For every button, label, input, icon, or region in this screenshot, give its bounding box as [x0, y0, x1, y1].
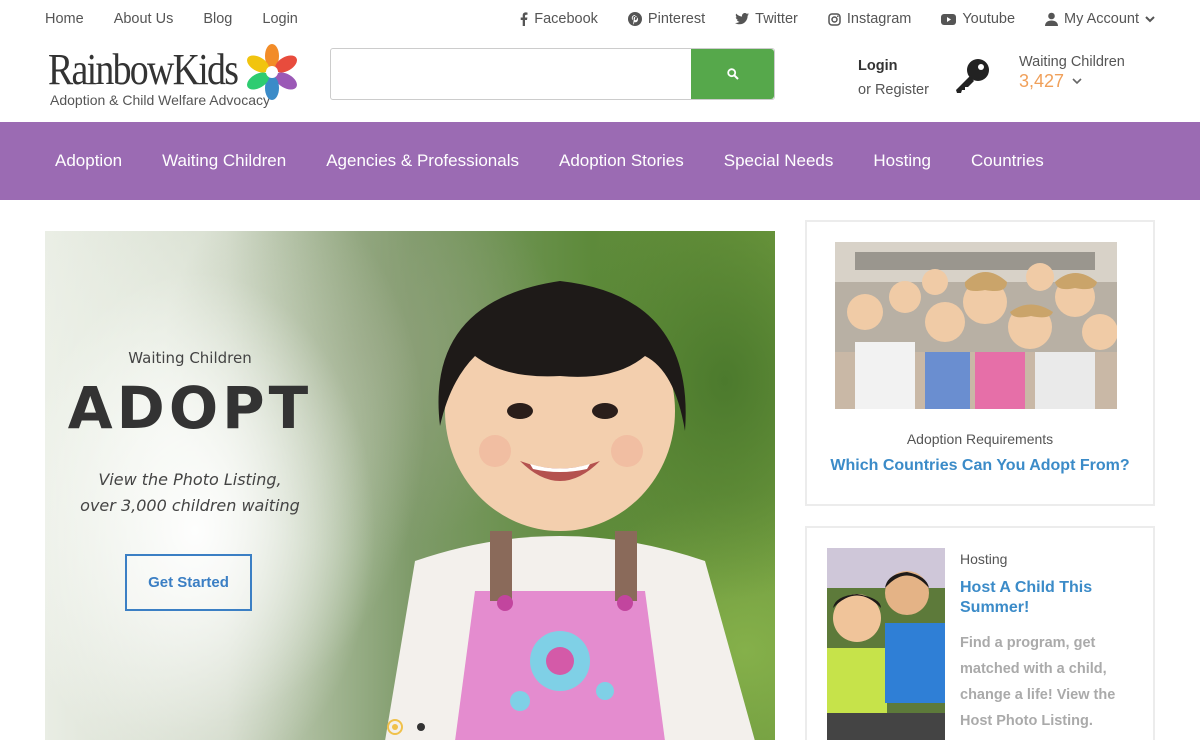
auth-or-text: or: [858, 82, 871, 98]
hero-slider: Waiting Children ADOPT View the Photo Li…: [45, 231, 775, 740]
slider-dot-1[interactable]: [387, 719, 403, 735]
nav-item-adoption[interactable]: Adoption: [55, 151, 122, 171]
twitter-icon: [735, 13, 750, 25]
search-bar: [330, 48, 775, 100]
nav-item-countries[interactable]: Countries: [971, 151, 1044, 171]
slider-dot-2[interactable]: [417, 723, 425, 731]
facebook-icon: [520, 12, 528, 26]
top-utility-bar: Home About Us Blog Login Facebook Pinter…: [0, 0, 1200, 40]
user-icon: [1045, 12, 1059, 26]
waiting-children-count: 3,427: [1019, 71, 1065, 91]
slider-dots: [387, 719, 425, 735]
social-twitter-label: Twitter: [755, 11, 798, 27]
login-link[interactable]: Login: [858, 54, 929, 78]
top-link-blog[interactable]: Blog: [203, 11, 232, 27]
key-icon: [956, 59, 989, 93]
logo[interactable]: RainbowKids Adoption & Child Welfare Adv…: [48, 44, 300, 112]
social-instagram[interactable]: Instagram: [828, 11, 911, 27]
register-link[interactable]: Register: [875, 82, 929, 98]
social-facebook-label: Facebook: [534, 11, 598, 27]
social-youtube[interactable]: Youtube: [941, 11, 1015, 27]
search-icon: [726, 68, 739, 80]
social-twitter[interactable]: Twitter: [735, 11, 798, 27]
card-category: Hosting: [960, 551, 1008, 567]
search-input[interactable]: [331, 49, 691, 99]
top-link-login[interactable]: Login: [262, 11, 297, 27]
hero-description-line-2: over 3,000 children waiting: [80, 496, 300, 515]
waiting-children-label: Waiting Children: [1019, 54, 1125, 70]
hosting-card: Hosting Host A Child This Summer! Find a…: [805, 526, 1155, 740]
countries-link[interactable]: Which Countries Can You Adopt From?: [807, 457, 1153, 475]
card-category: Adoption Requirements: [906, 431, 1054, 447]
hero-title: ADOPT: [67, 374, 313, 442]
search-button[interactable]: [691, 49, 774, 99]
chevron-down-icon: [1145, 15, 1155, 22]
nav-item-special-needs[interactable]: Special Needs: [724, 151, 834, 171]
card-description: Find a program, get matched with a child…: [960, 635, 1116, 729]
hero-content: Waiting Children ADOPT View the Photo Li…: [45, 349, 335, 519]
social-pinterest[interactable]: Pinterest: [627, 11, 706, 27]
top-links: Home About Us Blog Login: [45, 11, 298, 27]
hosted-children-photo[interactable]: [827, 548, 945, 740]
logo-tagline: Adoption & Child Welfare Advocacy: [50, 92, 270, 108]
rainbow-hands-icon: [247, 44, 297, 100]
nav-item-hosting[interactable]: Hosting: [873, 151, 931, 171]
hero-description-line-1: View the Photo Listing,: [98, 470, 282, 489]
host-child-link[interactable]: Host A Child This Summer!: [960, 578, 1140, 618]
my-account-label: My Account: [1064, 11, 1139, 27]
waiting-children-counter[interactable]: Waiting Children 3,427: [1019, 54, 1125, 92]
nav-item-waiting-children[interactable]: Waiting Children: [162, 151, 286, 171]
social-links: Facebook Pinterest Twitter Instagram You…: [520, 11, 1155, 27]
social-pinterest-label: Pinterest: [647, 11, 706, 27]
get-started-button[interactable]: Get Started: [125, 554, 252, 611]
hero-description: View the Photo Listing, over 3,000 child…: [45, 467, 335, 519]
instagram-icon: [828, 12, 841, 26]
top-link-about[interactable]: About Us: [114, 11, 174, 27]
pinterest-icon: [627, 12, 642, 26]
nav-item-agencies[interactable]: Agencies & Professionals: [326, 151, 519, 171]
my-account-menu[interactable]: My Account: [1045, 11, 1155, 27]
main-nav: Adoption Waiting Children Agencies & Pro…: [0, 122, 1200, 200]
auth-links: Login or Register: [858, 54, 929, 102]
hero-child-photo: [385, 281, 755, 740]
social-youtube-label: Youtube: [962, 11, 1016, 27]
adoption-requirements-card: Adoption Requirements Which Countries Ca…: [805, 220, 1155, 506]
top-link-home[interactable]: Home: [45, 11, 84, 27]
nav-item-adoption-stories[interactable]: Adoption Stories: [559, 151, 684, 171]
group-children-photo[interactable]: [835, 242, 1117, 409]
youtube-icon: [941, 13, 957, 25]
social-instagram-label: Instagram: [846, 11, 912, 27]
chevron-down-icon: [1072, 78, 1082, 85]
social-facebook[interactable]: Facebook: [520, 11, 598, 27]
hero-subtitle: Waiting Children: [128, 349, 252, 367]
logo-wordmark: RainbowKids: [48, 45, 239, 94]
